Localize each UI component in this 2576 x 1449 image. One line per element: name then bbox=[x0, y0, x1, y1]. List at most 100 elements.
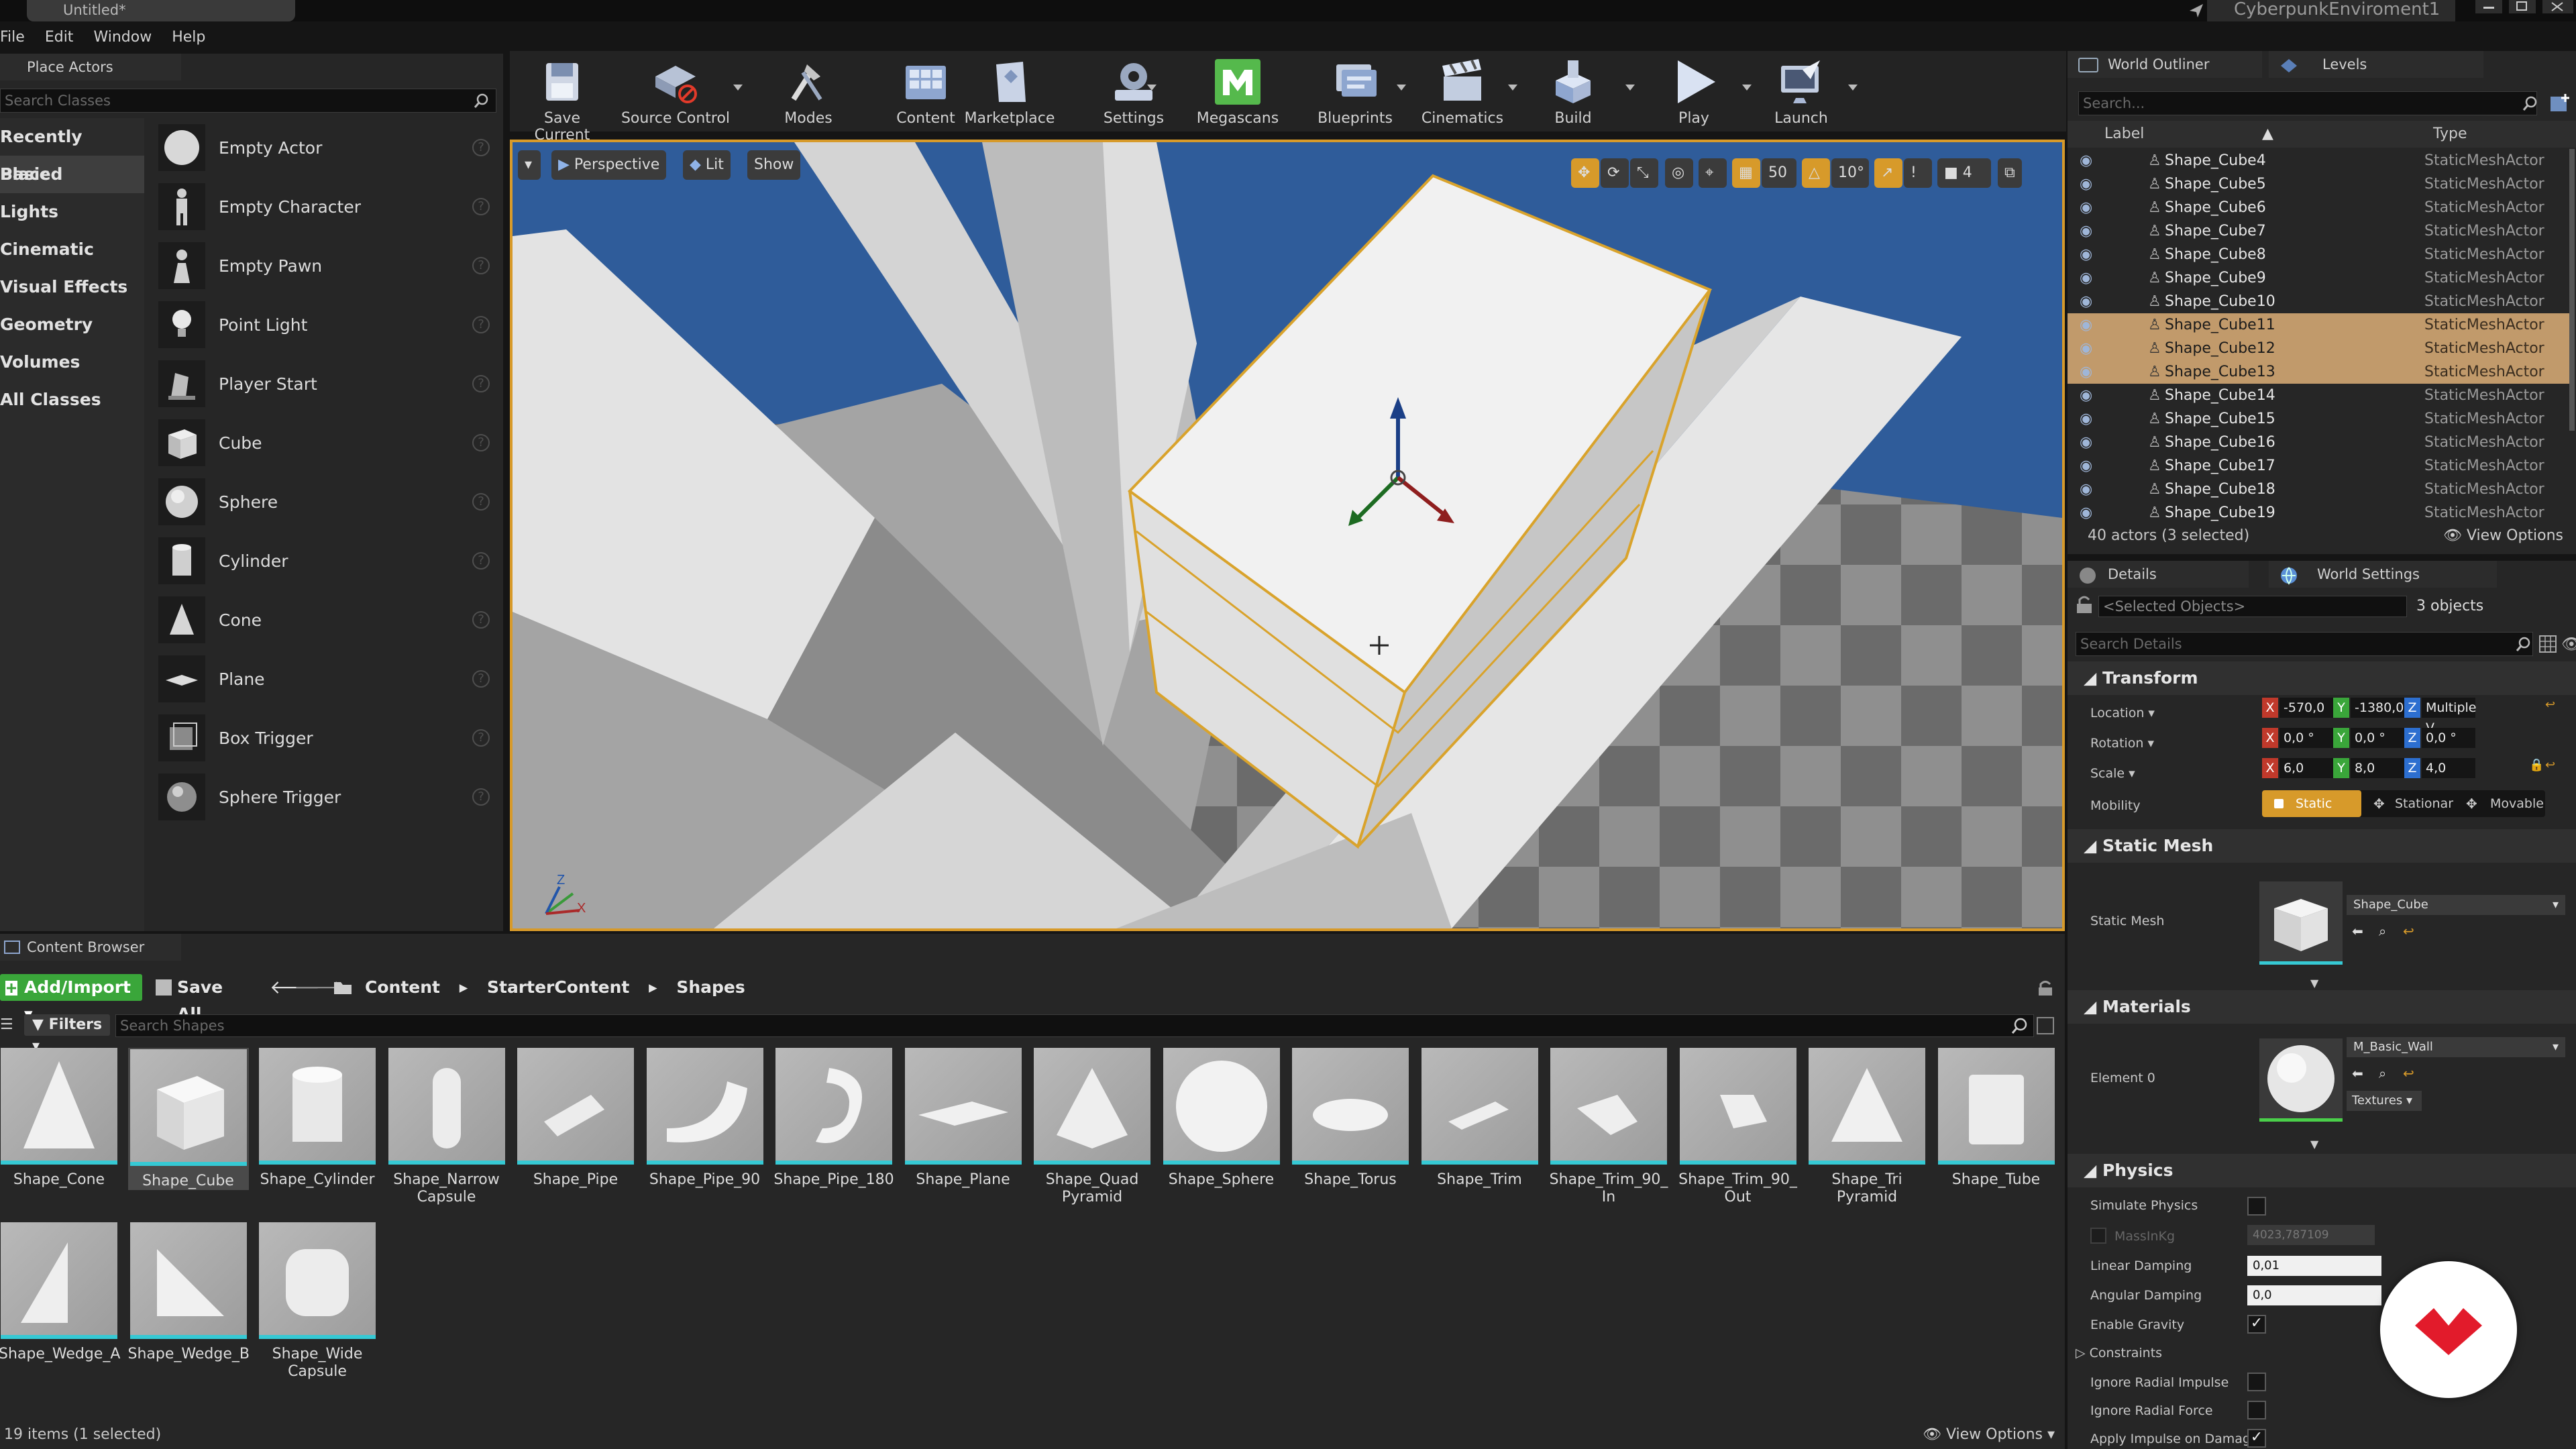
actor-plane[interactable]: Plane? bbox=[148, 649, 503, 708]
add-import-button[interactable]: Add/Import ▾ bbox=[0, 974, 142, 1024]
blueprints-dropdown-arrow[interactable] bbox=[1397, 85, 1406, 91]
scale-label[interactable]: Scale ▾ bbox=[2090, 766, 2135, 781]
visibility-eye-icon[interactable]: ◉ bbox=[2080, 501, 2092, 525]
asset-tile[interactable]: Shape_Narrow Capsule bbox=[386, 1048, 507, 1206]
help-icon[interactable]: ? bbox=[472, 493, 490, 511]
expand-more-icon[interactable]: ▼ bbox=[2310, 1138, 2318, 1150]
outliner-row[interactable]: ◉ ♙ Shape_Cube10 StaticMeshActor bbox=[2068, 290, 2571, 313]
outliner-row[interactable]: ◉ ♙ Shape_Cube6 StaticMeshActor bbox=[2068, 196, 2571, 219]
rotation-snap-value[interactable]: 10° bbox=[1831, 158, 1869, 188]
material-thumbnail[interactable] bbox=[2259, 1038, 2343, 1122]
actor-cone[interactable]: Cone? bbox=[148, 590, 503, 649]
breadcrumb-content[interactable]: Content bbox=[365, 977, 440, 997]
reset-location-icon[interactable]: ↩ bbox=[2545, 698, 2555, 712]
transform-section[interactable]: ◢ Transform bbox=[2068, 661, 2576, 695]
constraints-row[interactable]: ▷ Constraints bbox=[2076, 1346, 2162, 1360]
expand-more-icon[interactable]: ▼ bbox=[2310, 977, 2318, 989]
megascans-button[interactable]: Megascans bbox=[1187, 51, 1288, 131]
scale-y-field[interactable]: 8,0 bbox=[2351, 758, 2404, 778]
browse-icon[interactable]: ⌕ bbox=[2379, 1065, 2386, 1081]
category-recently-placed[interactable]: Recently Placed bbox=[0, 118, 144, 184]
grid-snap-icon[interactable]: ▦ bbox=[1732, 158, 1760, 188]
settings-dropdown-arrow[interactable] bbox=[1147, 85, 1157, 91]
static-mesh-thumbnail[interactable] bbox=[2259, 881, 2343, 965]
outliner-row[interactable]: ◉ ♙ Shape_Cube7 StaticMeshActor bbox=[2068, 219, 2571, 243]
help-icon[interactable]: ? bbox=[472, 552, 490, 570]
search-shapes-input[interactable]: Search Shapes bbox=[115, 1014, 2034, 1037]
asset-tile[interactable]: Shape_Sphere bbox=[1161, 1048, 1282, 1189]
help-icon[interactable]: ? bbox=[472, 729, 490, 747]
asset-tile[interactable]: Shape_Pipe_90 bbox=[645, 1048, 765, 1189]
tab-place-actors[interactable]: Place Actors bbox=[0, 54, 181, 80]
asset-tile[interactable]: Shape_Cone bbox=[0, 1048, 119, 1189]
chevron-right-icon[interactable]: ▸ bbox=[460, 977, 468, 997]
tab-world-settings[interactable]: World Settings bbox=[2269, 561, 2497, 588]
viewport-options-button[interactable]: ▾ bbox=[518, 150, 541, 180]
help-icon[interactable]: ? bbox=[472, 788, 490, 806]
visibility-eye-icon[interactable]: ◉ bbox=[2080, 478, 2092, 501]
asset-tile[interactable]: Shape_Cylinder bbox=[257, 1048, 378, 1189]
outliner-row[interactable]: ◉ ♙ Shape_Cube19 StaticMeshActor bbox=[2068, 501, 2571, 525]
browse-icon[interactable]: ⌕ bbox=[2379, 923, 2386, 939]
help-icon[interactable]: ? bbox=[472, 257, 490, 274]
category-volumes[interactable]: Volumes bbox=[0, 343, 144, 381]
play-button[interactable]: Play bbox=[1650, 51, 1737, 131]
asset-tile[interactable]: Shape_Trim_90_ Out bbox=[1678, 1048, 1799, 1206]
actor-sphere-trigger[interactable]: Sphere Trigger? bbox=[148, 767, 503, 826]
actor-cube[interactable]: Cube? bbox=[148, 413, 503, 472]
visibility-eye-icon[interactable]: ◉ bbox=[2080, 313, 2092, 337]
lock-icon[interactable] bbox=[2037, 979, 2054, 997]
level-viewport[interactable]: Z X ▾ ▶ Perspective ◆ Lit Show ✥ ⟳ ⤡ ◎ ⌖… bbox=[510, 140, 2065, 931]
static-mesh-combo[interactable]: Shape_Cube ▾ bbox=[2347, 895, 2565, 915]
reset-material-icon[interactable]: ↩ bbox=[2403, 1065, 2414, 1081]
mass-override-checkbox[interactable] bbox=[2090, 1228, 2106, 1244]
chevron-right-icon[interactable]: ▸ bbox=[649, 977, 657, 997]
ignore-radial-impulse-checkbox[interactable] bbox=[2247, 1373, 2266, 1391]
asset-tile[interactable]: Shape_Wedge_B bbox=[128, 1222, 250, 1363]
menu-window[interactable]: Window bbox=[93, 24, 152, 51]
selected-objects-field[interactable]: <Selected Objects> bbox=[2098, 596, 2407, 617]
perspective-button[interactable]: ▶ Perspective bbox=[551, 150, 667, 180]
location-label[interactable]: Location ▾ bbox=[2090, 706, 2155, 720]
asset-tile[interactable]: Shape_Tri Pyramid bbox=[1807, 1048, 1927, 1206]
marketplace-button[interactable]: Marketplace bbox=[959, 51, 1060, 131]
document-tab[interactable]: Untitled* bbox=[27, 0, 295, 21]
world-space-icon[interactable]: ◎ bbox=[1665, 158, 1693, 188]
add-actor-icon[interactable] bbox=[2548, 93, 2571, 115]
search-details-input[interactable]: Search Details bbox=[2076, 632, 2533, 656]
help-icon[interactable]: ? bbox=[472, 139, 490, 156]
help-icon[interactable]: ? bbox=[472, 611, 490, 629]
category-geometry[interactable]: Geometry bbox=[0, 306, 144, 343]
viewport-scene[interactable]: Z X bbox=[513, 142, 2062, 928]
scale-lock-icon[interactable]: 🔒 bbox=[2529, 758, 2544, 772]
scale-x-field[interactable]: 6,0 bbox=[2279, 758, 2333, 778]
window-controls[interactable] bbox=[2475, 0, 2576, 16]
static-mesh-section[interactable]: ◢ Static Mesh bbox=[2068, 829, 2576, 863]
visibility-eye-icon[interactable]: ◉ bbox=[2080, 243, 2092, 266]
visibility-eye-icon[interactable]: ◉ bbox=[2080, 149, 2092, 172]
eye-icon[interactable]: 👁 bbox=[2561, 635, 2576, 653]
blueprints-button[interactable]: Blueprints bbox=[1305, 51, 1405, 131]
textures-dropdown[interactable]: Textures ▾ bbox=[2347, 1091, 2422, 1111]
outliner-row[interactable]: ◉ ♙ Shape_Cube15 StaticMeshActor bbox=[2068, 407, 2571, 431]
visibility-eye-icon[interactable]: ◉ bbox=[2080, 172, 2092, 196]
launch-dropdown-arrow[interactable] bbox=[1848, 85, 1858, 91]
asset-tile[interactable]: Shape_Wide Capsule bbox=[257, 1222, 378, 1381]
visibility-eye-icon[interactable]: ◉ bbox=[2080, 337, 2092, 360]
grid-size-value[interactable]: 50 bbox=[1762, 158, 1796, 188]
location-y-field[interactable]: -1380,0 bbox=[2351, 698, 2404, 718]
outliner-row[interactable]: ◉ ♙ Shape_Cube8 StaticMeshActor bbox=[2068, 243, 2571, 266]
outliner-row[interactable]: ◉ ♙ Shape_Cube11 StaticMeshActor bbox=[2068, 313, 2571, 337]
asset-tile[interactable]: Shape_Pipe_180 bbox=[773, 1048, 894, 1189]
location-z-field[interactable]: Multiple V bbox=[2422, 698, 2476, 735]
filters-button[interactable]: ▼ Filters ▾ bbox=[24, 1014, 110, 1055]
outliner-row[interactable]: ◉ ♙ Shape_Cube9 StaticMeshActor bbox=[2068, 266, 2571, 290]
use-selected-icon[interactable]: ⬅ bbox=[2352, 923, 2363, 939]
angular-damping-field[interactable]: 0,0 bbox=[2247, 1285, 2381, 1305]
menu-help[interactable]: Help bbox=[172, 24, 205, 51]
surface-snap-icon[interactable]: ⌖ bbox=[1699, 158, 1727, 188]
linear-damping-field[interactable]: 0,01 bbox=[2247, 1256, 2381, 1276]
translate-icon[interactable]: ✥ bbox=[1571, 158, 1599, 188]
reset-scale-icon[interactable]: ↩ bbox=[2545, 758, 2555, 772]
material-combo[interactable]: M_Basic_Wall ▾ bbox=[2347, 1037, 2565, 1057]
